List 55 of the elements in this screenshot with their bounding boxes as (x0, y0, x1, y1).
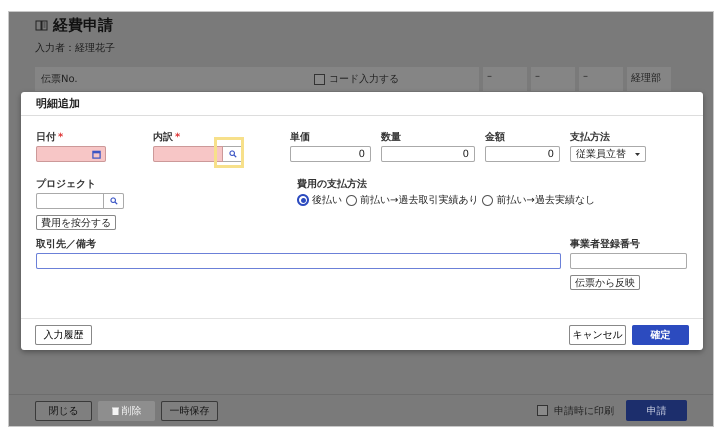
field-label: 単価 (290, 132, 310, 143)
search-icon (110, 197, 118, 205)
field-label: プロジェクト (36, 178, 97, 191)
number-field[interactable]: 0 (290, 146, 371, 162)
search-icon (228, 150, 236, 158)
cancel-button[interactable]: キャンセル (569, 324, 626, 344)
allocate-button[interactable]: 費用を按分する (36, 215, 116, 230)
page-title: 経費申請 (53, 16, 113, 35)
number-field[interactable]: 0 (381, 146, 475, 162)
table-cell: 経理部 (627, 67, 671, 91)
number-field[interactable]: 0 (485, 146, 560, 162)
notes-field[interactable] (36, 253, 561, 269)
footer-button[interactable]: 閉じる (35, 400, 92, 420)
caret-icon (635, 152, 640, 156)
field-label: 費用の支払方法 (297, 178, 368, 191)
calendar-icon (92, 150, 101, 158)
project-field[interactable] (36, 193, 104, 209)
radio-button[interactable] (297, 194, 309, 206)
search-button[interactable] (223, 146, 243, 162)
registration-number-field[interactable] (570, 253, 687, 269)
book-icon (35, 20, 48, 31)
dialog-title: 明細追加 (36, 96, 80, 111)
field-label: 数量 (381, 132, 401, 143)
radio-button[interactable] (346, 194, 357, 206)
required-mark: * (58, 132, 64, 143)
checkbox[interactable] (537, 405, 548, 416)
table-cell: – (531, 67, 575, 91)
search-button[interactable] (104, 193, 124, 209)
radio-label: 前払い→過去取引実績あり (360, 194, 478, 207)
submit-button[interactable]: 申請 (626, 400, 687, 421)
confirm-button[interactable]: 確定 (632, 324, 689, 344)
date-field[interactable] (36, 146, 106, 162)
field-label: 取引先／備考 (36, 238, 97, 251)
radio-label: 後払い (312, 194, 342, 207)
radio-button[interactable] (482, 194, 494, 206)
table-cell: – (579, 67, 623, 91)
checkbox[interactable] (314, 74, 325, 84)
footer-button[interactable]: 一時保存 (161, 400, 218, 420)
checkbox-label: 申請時に印刷 (554, 404, 614, 418)
slip-number-label: 伝票No. (41, 73, 78, 86)
entered-by-text: 入力者：経理花子 (35, 42, 116, 55)
field-label: 支払方法 (570, 132, 610, 143)
table-cell: – (483, 67, 527, 91)
trash-icon (112, 406, 118, 414)
field-label: 日付 (36, 132, 56, 143)
checkbox-label: コード入力する (329, 72, 399, 86)
lookup-field[interactable] (153, 146, 223, 162)
radio-label: 前払い→過去実績なし (496, 194, 595, 207)
required-mark: * (175, 132, 180, 143)
reflect-button[interactable]: 伝票から反映 (570, 275, 640, 290)
payment-select[interactable]: 従業員立替 (570, 146, 646, 162)
field-label: 内訳 (153, 132, 173, 143)
field-label: 事業者登録番号 (570, 238, 641, 251)
field-label: 金額 (485, 132, 505, 143)
history-button[interactable]: 入力履歴 (35, 324, 92, 344)
